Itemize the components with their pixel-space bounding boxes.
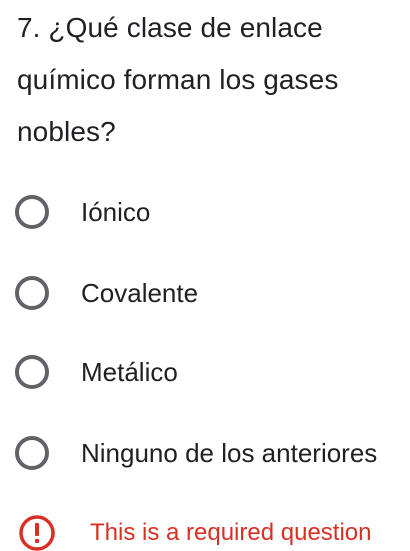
radio-button[interactable]	[15, 355, 49, 389]
radio-button[interactable]	[15, 276, 49, 310]
option-label: Covalente	[81, 277, 199, 308]
option-covalente[interactable]: Covalente	[15, 271, 410, 315]
options-group: Iónico Covalente Metálico Ninguno de los…	[0, 0, 410, 551]
option-ionico[interactable]: Iónico	[15, 190, 410, 234]
error-message: This is a required question	[90, 519, 372, 546]
option-label: Iónico	[81, 196, 151, 227]
option-label: Ninguno de los anteriores	[81, 437, 378, 468]
radio-button[interactable]	[15, 195, 49, 229]
alert-circle-icon	[19, 515, 55, 551]
option-label: Metálico	[81, 356, 178, 387]
validation-error: This is a required question	[18, 513, 410, 551]
option-ninguno[interactable]: Ninguno de los anteriores	[15, 431, 410, 475]
option-metalico[interactable]: Metálico	[15, 350, 410, 394]
radio-button[interactable]	[15, 436, 49, 470]
